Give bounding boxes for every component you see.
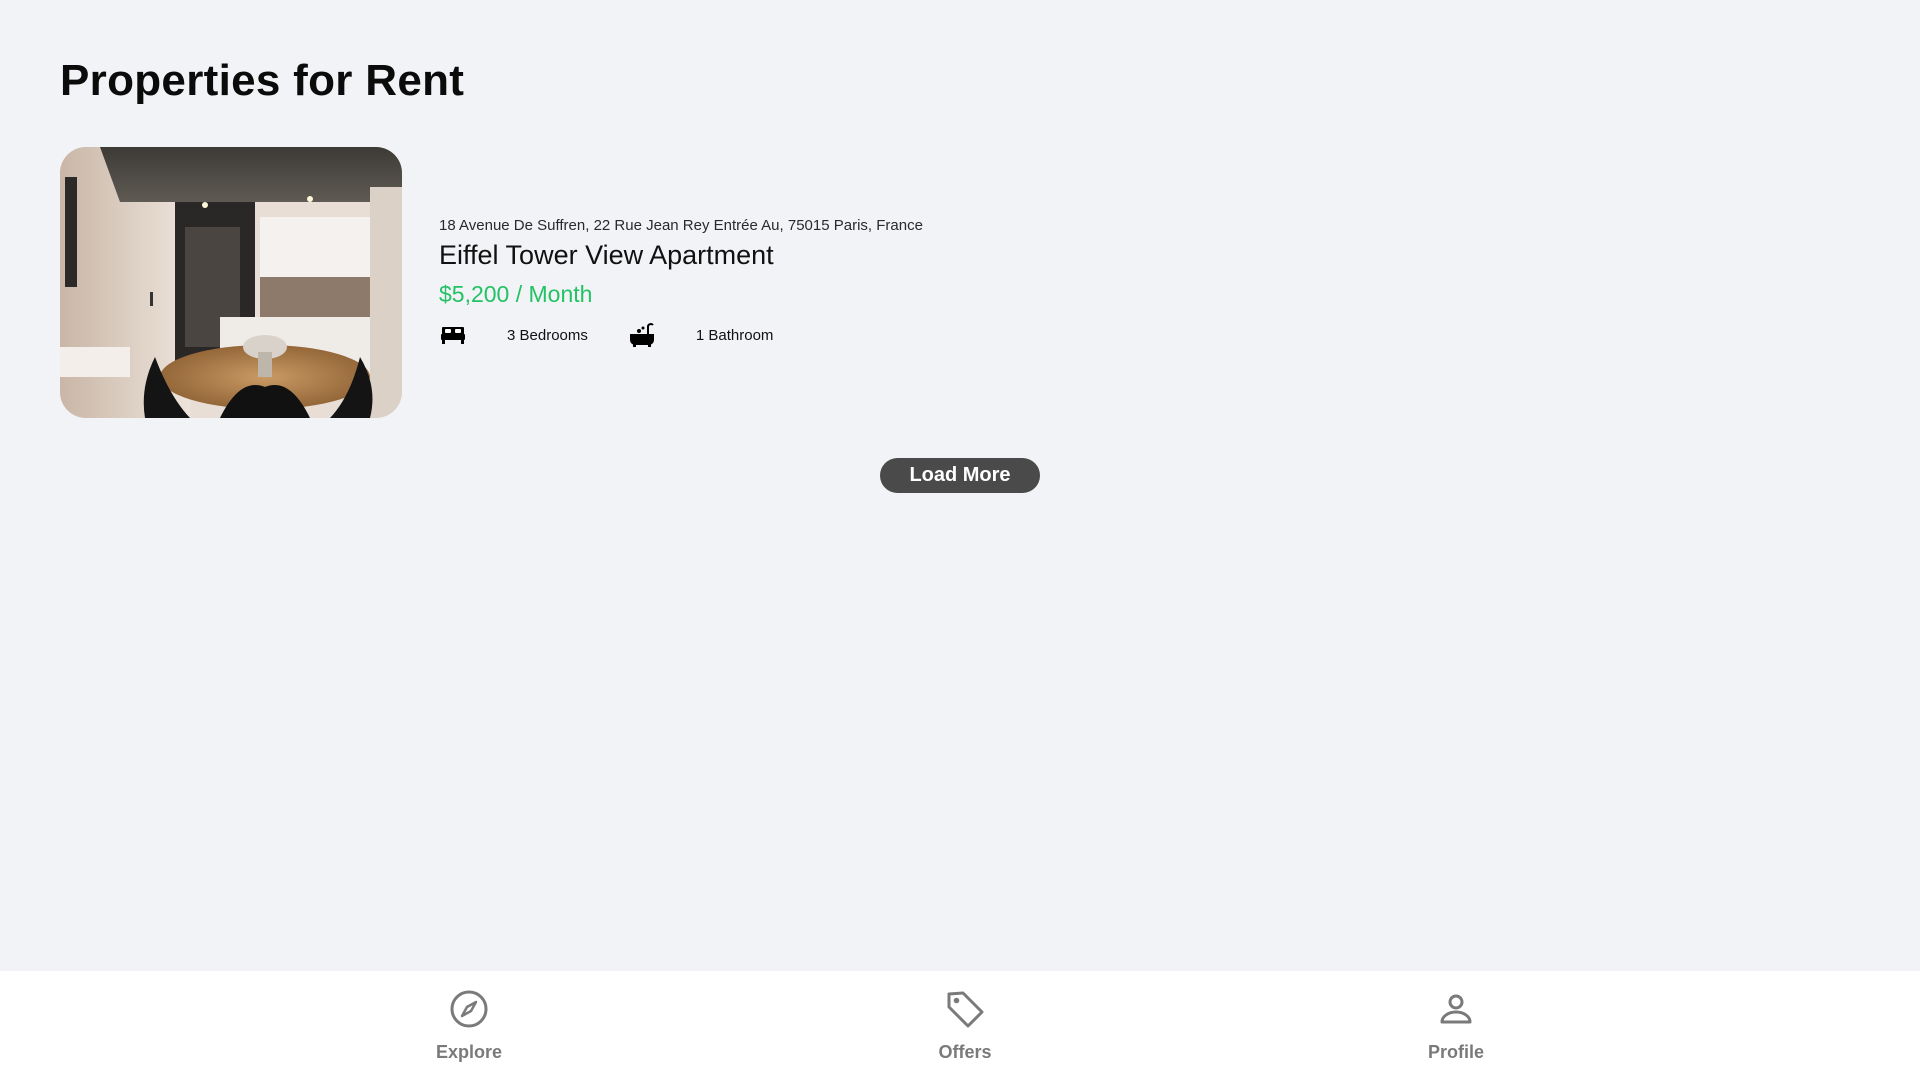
compass-icon [449, 989, 489, 1034]
nav-label-explore: Explore [435, 1042, 503, 1062]
bathrooms-label: 1 Bathroom [695, 326, 774, 344]
load-more-button[interactable]: Load More [880, 458, 1040, 493]
nav-item-offers[interactable]: Offers [885, 989, 1045, 1063]
page: Properties for Rent 18 Avenue De Suffren… [0, 0, 1920, 1078]
listing-card[interactable]: 18 Avenue De Suffren, 22 Rue Jean Rey En… [60, 147, 1020, 418]
listing-info: 18 Avenue De Suffren, 22 Rue Jean Rey En… [439, 217, 923, 348]
bottom-nav: Explore Offers Profile [0, 971, 1920, 1078]
bed-icon [439, 322, 467, 348]
listing-address: 18 Avenue De Suffren, 22 Rue Jean Rey En… [439, 217, 923, 234]
nav-item-explore[interactable]: Explore [389, 989, 549, 1063]
page-title: Properties for Rent [60, 56, 465, 105]
user-icon [1436, 989, 1476, 1034]
nav-label-profile: Profile [1427, 1042, 1484, 1062]
tag-icon [945, 989, 985, 1034]
bathtub-icon [628, 322, 656, 348]
nav-label-offers: Offers [938, 1042, 992, 1062]
listing-name[interactable]: Eiffel Tower View Apartment [439, 240, 923, 271]
listing-price: $5,200 / Month [439, 281, 593, 307]
nav-item-profile[interactable]: Profile [1376, 989, 1536, 1063]
bedrooms-label: 3 Bedrooms [507, 326, 588, 344]
property-photo[interactable] [60, 147, 402, 418]
amenities: 3 Bedrooms 1 Bathroom [439, 322, 923, 348]
